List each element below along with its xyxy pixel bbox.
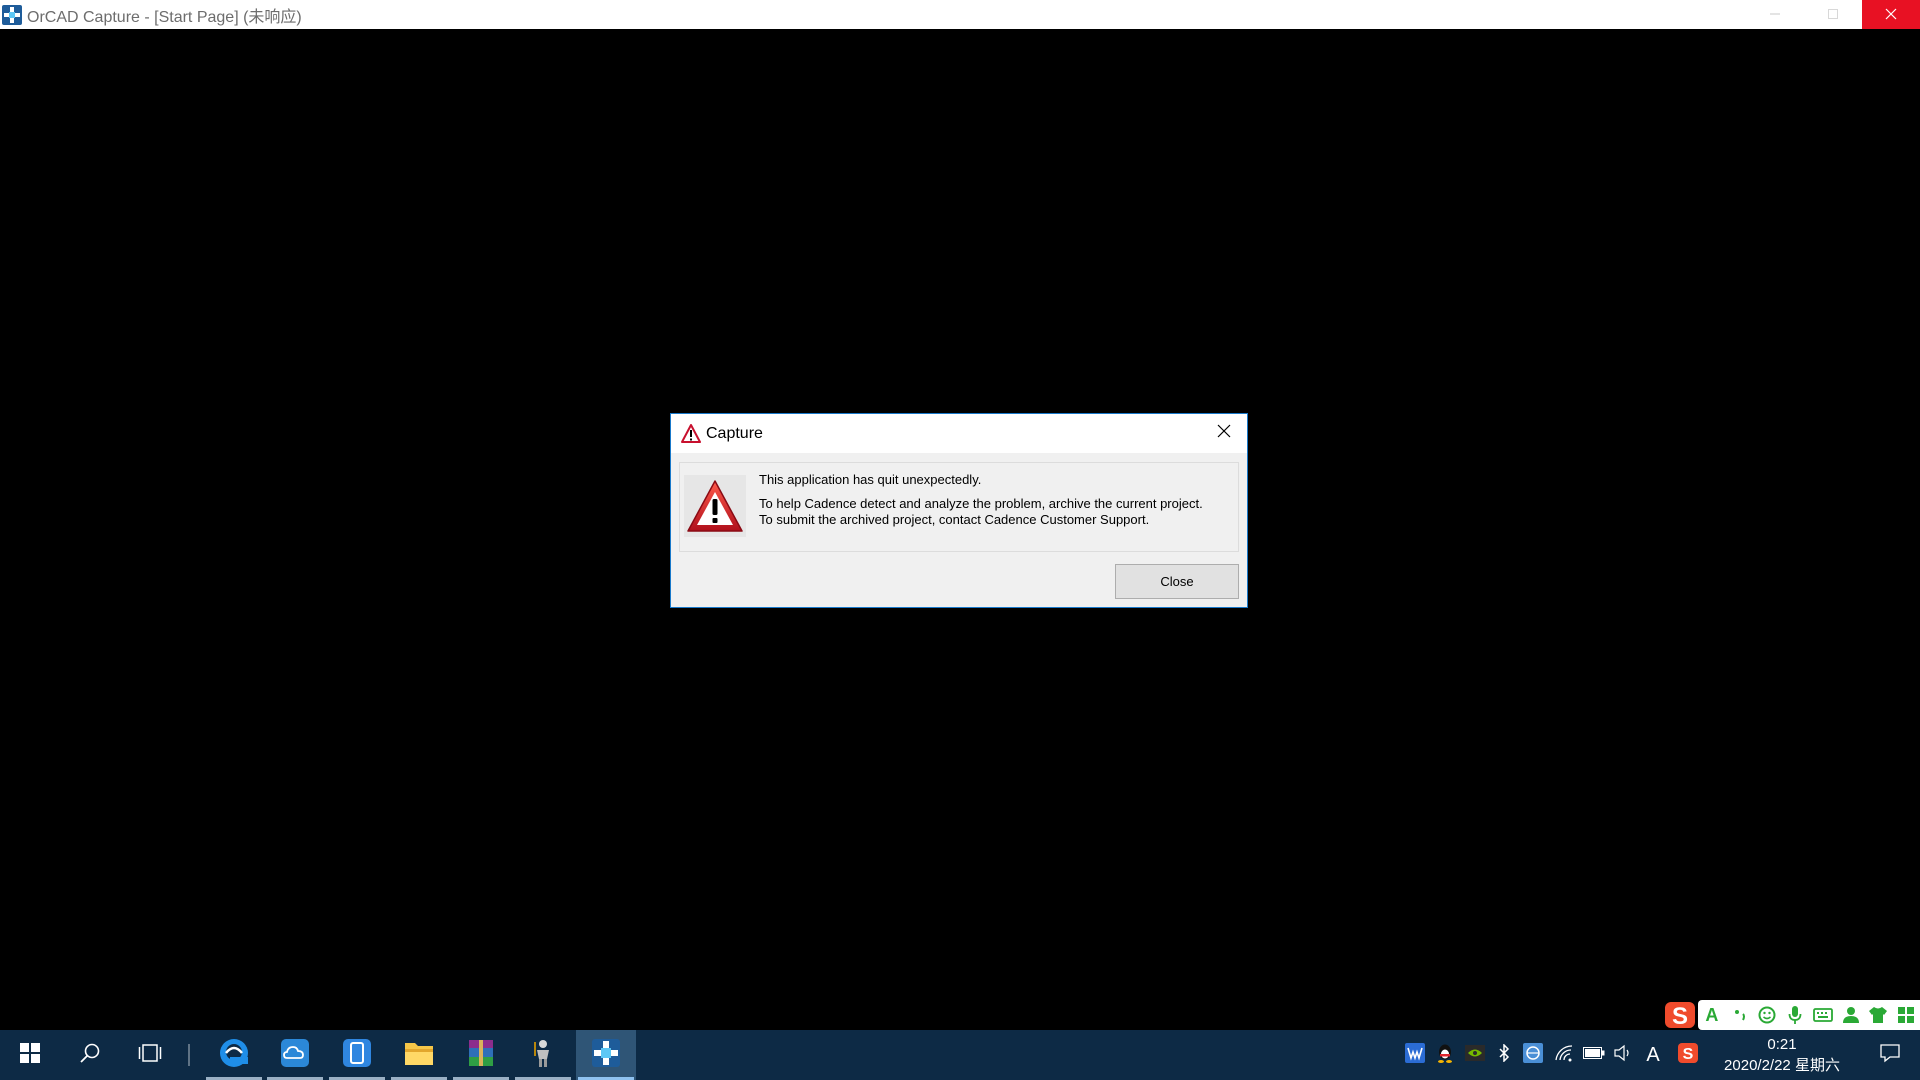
battery-icon bbox=[1583, 1046, 1605, 1064]
ime-toolbar: S A bbox=[1662, 998, 1920, 1032]
tray-bluetooth[interactable] bbox=[1492, 1030, 1516, 1080]
microphone-icon[interactable] bbox=[1784, 1003, 1806, 1027]
taskbar: A S 0:21 2020/2/22 星期六 bbox=[0, 1030, 1920, 1080]
orcad-capture-icon bbox=[2, 4, 22, 25]
wps-icon bbox=[1405, 1042, 1425, 1068]
taskbar-app-onedrive[interactable] bbox=[265, 1030, 325, 1080]
error-message-title: This application has quit unexpectedly. bbox=[759, 472, 982, 487]
volume-icon bbox=[1613, 1044, 1633, 1067]
maximize-button[interactable] bbox=[1804, 0, 1862, 29]
ime-toolbar-items: A bbox=[1698, 1000, 1920, 1030]
svg-text:S: S bbox=[1672, 1003, 1688, 1030]
taskbar-clock[interactable]: 0:21 2020/2/22 星期六 bbox=[1712, 1034, 1852, 1078]
app-title-bar: OrCAD Capture - [Start Page] (未响应) bbox=[0, 0, 1920, 29]
close-button[interactable]: Close bbox=[1115, 564, 1239, 599]
error-message-support: To submit the archived project, contact … bbox=[759, 512, 1150, 527]
tray-network-app[interactable] bbox=[1520, 1030, 1546, 1080]
tray-wifi[interactable] bbox=[1550, 1030, 1578, 1080]
tray-wps[interactable] bbox=[1402, 1030, 1428, 1080]
error-message-detail: To help Cadence detect and analyze the p… bbox=[759, 496, 1203, 511]
sogou-s-icon[interactable]: S bbox=[1662, 998, 1698, 1032]
file-explorer-icon bbox=[404, 1039, 434, 1072]
start-icon bbox=[20, 1042, 40, 1068]
network-app-icon bbox=[1523, 1042, 1543, 1068]
minimize-icon bbox=[1769, 7, 1781, 23]
taskbar-app-orcad[interactable] bbox=[576, 1030, 636, 1080]
bluetooth-icon bbox=[1498, 1042, 1510, 1067]
winrar-icon bbox=[466, 1038, 496, 1073]
warning-triangle-icon bbox=[681, 424, 701, 443]
keyboard-icon[interactable] bbox=[1812, 1003, 1834, 1027]
tray-input-mode[interactable]: A bbox=[1640, 1030, 1666, 1080]
taskbar-separator bbox=[188, 1044, 190, 1066]
user-icon[interactable] bbox=[1840, 1003, 1862, 1027]
minimize-button[interactable] bbox=[1746, 0, 1804, 29]
smiley-icon[interactable] bbox=[1756, 1003, 1778, 1027]
tray-volume[interactable] bbox=[1610, 1030, 1636, 1080]
edge-icon bbox=[218, 1037, 250, 1074]
error-dialog: Capture This application has quit unexpe… bbox=[670, 413, 1248, 608]
notification-icon bbox=[1880, 1043, 1900, 1068]
close-icon bbox=[1217, 424, 1231, 443]
search-button[interactable] bbox=[60, 1030, 120, 1080]
window-title: OrCAD Capture - [Start Page] (未响应) bbox=[27, 8, 302, 26]
taskbar-app-edge[interactable] bbox=[204, 1030, 264, 1080]
phone-icon bbox=[341, 1037, 373, 1074]
tray-qq[interactable] bbox=[1432, 1030, 1458, 1080]
task-view-button[interactable] bbox=[120, 1030, 180, 1080]
window-close-button[interactable] bbox=[1862, 0, 1920, 29]
sogou-s-icon: S bbox=[1678, 1042, 1698, 1068]
action-center-button[interactable] bbox=[1864, 1030, 1916, 1080]
taskbar-app-file-explorer[interactable] bbox=[389, 1030, 449, 1080]
clock-date: 2020/2/22 星期六 bbox=[1724, 1057, 1840, 1074]
grid-icon[interactable] bbox=[1895, 1003, 1917, 1027]
tray-nvidia[interactable] bbox=[1462, 1030, 1488, 1080]
orcad-capture-icon bbox=[591, 1038, 621, 1073]
nvidia-icon bbox=[1465, 1044, 1485, 1066]
taskbar-app-winrar[interactable] bbox=[451, 1030, 511, 1080]
svg-text:S: S bbox=[1683, 1046, 1694, 1063]
onedrive-icon bbox=[279, 1037, 311, 1074]
tray-sogou[interactable]: S bbox=[1674, 1030, 1702, 1080]
warning-triangle-icon bbox=[684, 475, 746, 537]
taskbar-app-phone[interactable] bbox=[327, 1030, 387, 1080]
start-button[interactable] bbox=[0, 1030, 60, 1080]
game-icon bbox=[531, 1038, 555, 1073]
dialog-message-panel: This application has quit unexpectedly. … bbox=[679, 462, 1239, 552]
dialog-close-button[interactable] bbox=[1201, 414, 1247, 452]
taskbar-app-game[interactable] bbox=[513, 1030, 573, 1080]
dialog-title: Capture bbox=[706, 424, 763, 442]
qq-icon bbox=[1436, 1043, 1454, 1068]
search-icon bbox=[79, 1042, 101, 1069]
punctuation-icon[interactable] bbox=[1729, 1003, 1751, 1027]
clock-time: 0:21 bbox=[1767, 1036, 1797, 1053]
maximize-icon bbox=[1827, 7, 1839, 23]
dialog-title-bar: Capture bbox=[671, 414, 1247, 453]
ime-mode-label[interactable]: A bbox=[1701, 1003, 1723, 1027]
close-icon bbox=[1885, 7, 1897, 23]
tray-battery[interactable] bbox=[1580, 1030, 1608, 1080]
window-controls bbox=[1746, 0, 1920, 29]
task-view-icon bbox=[138, 1043, 162, 1068]
shirt-icon[interactable] bbox=[1867, 1003, 1889, 1027]
wifi-icon bbox=[1554, 1044, 1574, 1067]
